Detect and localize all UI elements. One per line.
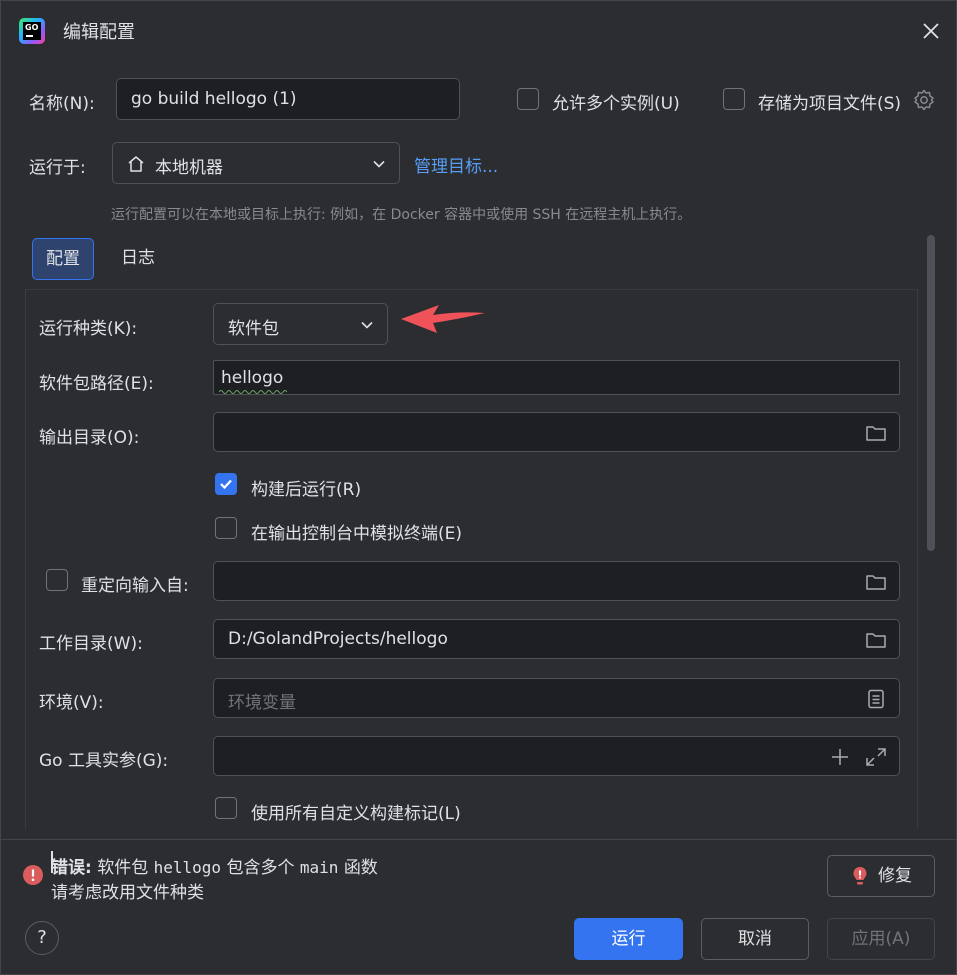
error-msg-b: 包含多个 [226,858,295,878]
output-dir-input[interactable] [213,412,900,452]
run-on-label: 运行于: [29,158,86,178]
emulate-terminal-checkbox[interactable] [215,517,237,539]
checkmark-icon [220,479,232,490]
redirect-input-field[interactable] [213,561,900,601]
fix-button[interactable]: 修复 [827,855,935,897]
fix-button-label: 修复 [878,866,912,886]
vertical-scrollbar[interactable] [927,235,935,551]
document-list-icon[interactable] [865,689,887,709]
chevron-down-icon [361,321,373,329]
run-on-select[interactable]: 本地机器 [112,142,400,184]
run-after-build-checkbox[interactable] [215,473,237,495]
run-after-build-label[interactable]: 构建后运行(R) [251,475,361,500]
close-button[interactable] [915,15,947,47]
name-label: 名称(N): [29,94,95,114]
name-input-value: go build hellogo (1) [131,89,297,109]
package-path-label: 软件包路径(E): [39,374,154,394]
footer-divider [1,839,956,840]
goland-logo-icon: GO [19,18,45,44]
expand-icon[interactable] [865,747,887,767]
run-on-value: 本地机器 [155,158,223,178]
folder-icon[interactable] [865,630,887,650]
title-bar: GO 编辑配置 [1,1,956,61]
plus-icon[interactable] [829,747,851,767]
env-placeholder: 环境变量 [228,693,296,713]
working-dir-label: 工作目录(W): [39,634,143,654]
store-as-file-label[interactable]: 存储为项目文件(S) [758,89,901,114]
store-as-file-checkbox[interactable] [723,88,745,110]
annotation-arrow-icon [401,305,485,333]
tab-configuration[interactable]: 配置 [32,238,94,280]
use-custom-tags-label[interactable]: 使用所有自定义构建标记(L) [251,799,461,824]
allow-multiple-label[interactable]: 允许多个实例(U) [552,89,680,114]
close-icon [923,23,939,39]
error-icon [23,865,43,885]
run-button[interactable]: 运行 [574,918,683,960]
error-function-name: main [299,858,339,877]
error-msg-a: 软件包 [97,858,149,878]
folder-icon[interactable] [865,572,887,592]
error-prefix: 错误: [51,858,92,878]
name-input[interactable]: go build hellogo (1) [116,78,460,120]
redirect-input-label[interactable]: 重定向输入自: [81,571,189,596]
package-path-value: hellogo [221,368,284,388]
error-msg-c: 函数 [343,858,378,878]
edit-configuration-dialog: GO 编辑配置 名称(N): go build hellogo (1) 允许多个… [0,0,957,975]
run-kind-value: 软件包 [228,319,279,339]
run-kind-select[interactable]: 软件包 [213,303,388,345]
package-path-input[interactable]: hellogo [213,360,900,395]
go-tool-args-label: Go 工具实参(G): [39,751,169,771]
redirect-input-checkbox[interactable] [46,569,68,591]
use-custom-tags-checkbox[interactable] [215,797,237,819]
chevron-down-icon [373,160,385,168]
gear-icon[interactable] [912,88,936,112]
output-dir-label: 输出目录(O): [39,428,140,448]
manage-targets-link[interactable]: 管理目标... [414,152,498,177]
logo-text: GO [25,23,39,32]
emulate-terminal-label[interactable]: 在输出控制台中模拟终端(E) [251,519,462,544]
error-suggestion: 请考虑改用文件种类 [51,883,204,903]
dialog-title: 编辑配置 [63,22,135,43]
run-on-hint: 运行配置可以在本地或目标上执行: 例如，在 Docker 容器中或使用 SSH … [111,207,692,223]
env-input[interactable]: 环境变量 [213,678,900,718]
cancel-button[interactable]: 取消 [701,918,809,960]
allow-multiple-checkbox[interactable] [517,88,539,110]
apply-button[interactable]: 应用(A) [827,918,935,960]
bulb-error-icon [853,867,867,885]
run-kind-label: 运行种类(K): [39,319,138,339]
go-tool-args-input[interactable] [213,736,900,776]
working-dir-input[interactable]: D:/GolandProjects/hellogo [213,619,900,659]
home-icon [128,156,144,172]
tab-logs[interactable]: 日志 [107,238,169,280]
help-button[interactable]: ? [25,921,59,955]
working-dir-value: D:/GolandProjects/hellogo [228,629,448,649]
error-message: 错误: 软件包 hellogo 包含多个 main 函数 [51,853,378,878]
spellcheck-underline [219,390,287,394]
folder-icon[interactable] [865,423,887,443]
error-package-name: hellogo [153,858,222,877]
env-label: 环境(V): [39,693,104,713]
